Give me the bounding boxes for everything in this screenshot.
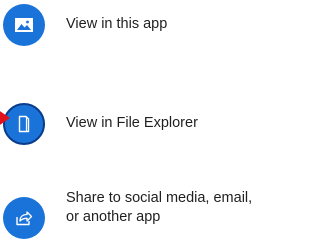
option-view-in-file-explorer[interactable]: View in File Explorer [0, 97, 249, 151]
option-view-in-app[interactable]: View in this app [0, 0, 249, 54]
annotation-arrow [0, 107, 10, 129]
view-in-app-label: View in this app [66, 16, 168, 32]
share-label-line-1: Share to social media, email, [66, 190, 253, 206]
share-icon [16, 211, 33, 226]
view-in-app-button[interactable] [3, 4, 45, 46]
share-label: Share to social media, email, or another… [66, 189, 252, 227]
view-in-file-explorer-label: View in File Explorer [66, 115, 198, 131]
share-button[interactable] [3, 197, 45, 239]
option-share[interactable]: Share to social media, email, or another… [0, 186, 252, 240]
share-label-line-2: or another app [66, 209, 161, 225]
folder-icon [18, 115, 30, 133]
image-icon [15, 18, 33, 32]
